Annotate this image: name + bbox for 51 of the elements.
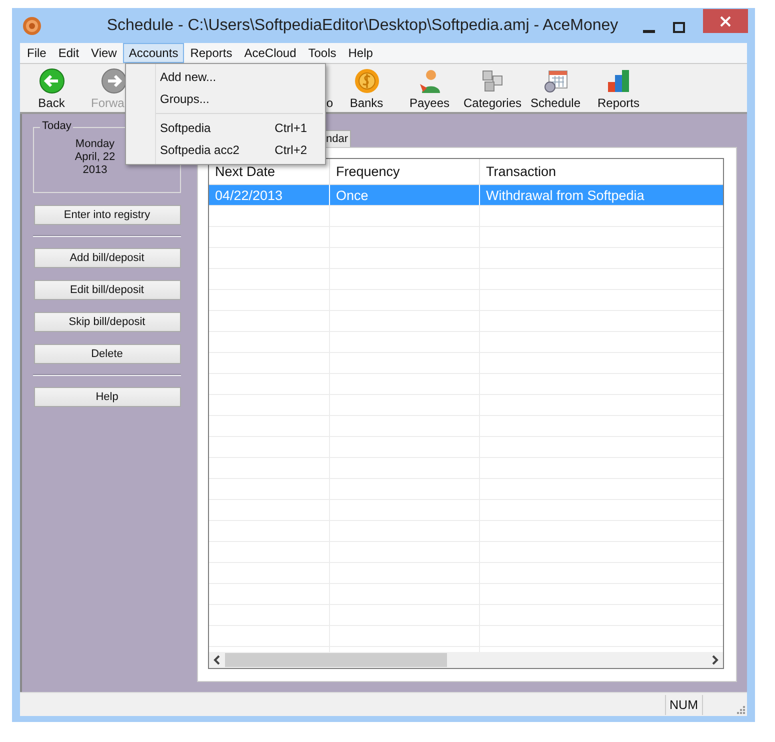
toolbar-label[interactable]: o [326, 96, 333, 110]
app-logo-icon [22, 16, 42, 36]
coin-icon[interactable] [354, 68, 380, 94]
column-header[interactable]: Transaction [480, 159, 723, 184]
toolbar-label[interactable]: Reports [597, 96, 640, 110]
menu-item[interactable]: View [85, 43, 123, 63]
side-button[interactable]: Help [34, 387, 180, 407]
menu-item[interactable]: Accounts [122, 43, 184, 63]
close-icon [720, 16, 731, 26]
window-title: Schedule - C:\Users\SoftpediaEditor\Desktop\Softpedia.amj - AceMoney [106, 16, 620, 34]
tab[interactable]: ndar [325, 130, 352, 147]
calendar-icon[interactable] [542, 68, 568, 94]
side-button[interactable]: Skip bill/deposit [34, 312, 180, 332]
side-button[interactable]: Edit bill/deposit [34, 280, 180, 300]
menu-entry[interactable]: Groups... [126, 88, 325, 110]
date-text: 2013 [82, 164, 108, 177]
bar-chart-icon[interactable] [606, 68, 632, 94]
status-panel: NUM [664, 694, 703, 714]
toolbar-label[interactable]: Schedule [530, 96, 581, 110]
menu-entry[interactable]: Softpedia acc2 Ctrl+2 [126, 139, 325, 161]
table-cell-text: Withdrawal from Softpedia [485, 186, 646, 205]
column-header[interactable]: Frequency [330, 159, 480, 184]
side-button[interactable]: Enter into registry [34, 205, 180, 225]
date-text: Monday [75, 138, 115, 151]
scroll-left-icon[interactable] [213, 655, 221, 665]
scroll-right-icon[interactable] [711, 655, 719, 665]
toolbar-label[interactable]: Back [38, 96, 65, 110]
horizontal-scrollbar[interactable] [209, 652, 723, 668]
maximize-icon[interactable] [673, 22, 685, 33]
table-cell: 04/22/2013 [209, 185, 330, 205]
table-cell: Once [330, 185, 480, 205]
cubes-icon[interactable] [480, 68, 506, 94]
toolbar-label[interactable]: Categories [463, 96, 522, 110]
resize-grip-icon[interactable] [737, 706, 745, 714]
menu-entry[interactable]: Softpedia Ctrl+1 [126, 117, 325, 139]
side-button[interactable]: Delete [34, 344, 180, 364]
toolbar-label[interactable]: Banks [350, 96, 384, 110]
menu-item[interactable]: Edit [52, 43, 86, 63]
toolbar-label[interactable]: Payees [409, 96, 450, 110]
minimize-icon[interactable] [643, 30, 655, 34]
menu-item[interactable]: AceCloud [238, 43, 302, 63]
menu-item[interactable]: File [21, 43, 52, 63]
menu-item[interactable]: Reports [184, 43, 238, 63]
side-button[interactable]: Add bill/deposit [34, 248, 180, 268]
menu-entry[interactable]: Add new... [126, 66, 325, 88]
close-button[interactable] [703, 9, 748, 33]
date-text: April, 22 [74, 151, 116, 164]
scrollbar-thumb[interactable] [225, 653, 447, 667]
menu-item[interactable]: Help [342, 43, 379, 63]
group-title: Today [40, 120, 74, 132]
menu-item[interactable]: Tools [302, 43, 342, 63]
